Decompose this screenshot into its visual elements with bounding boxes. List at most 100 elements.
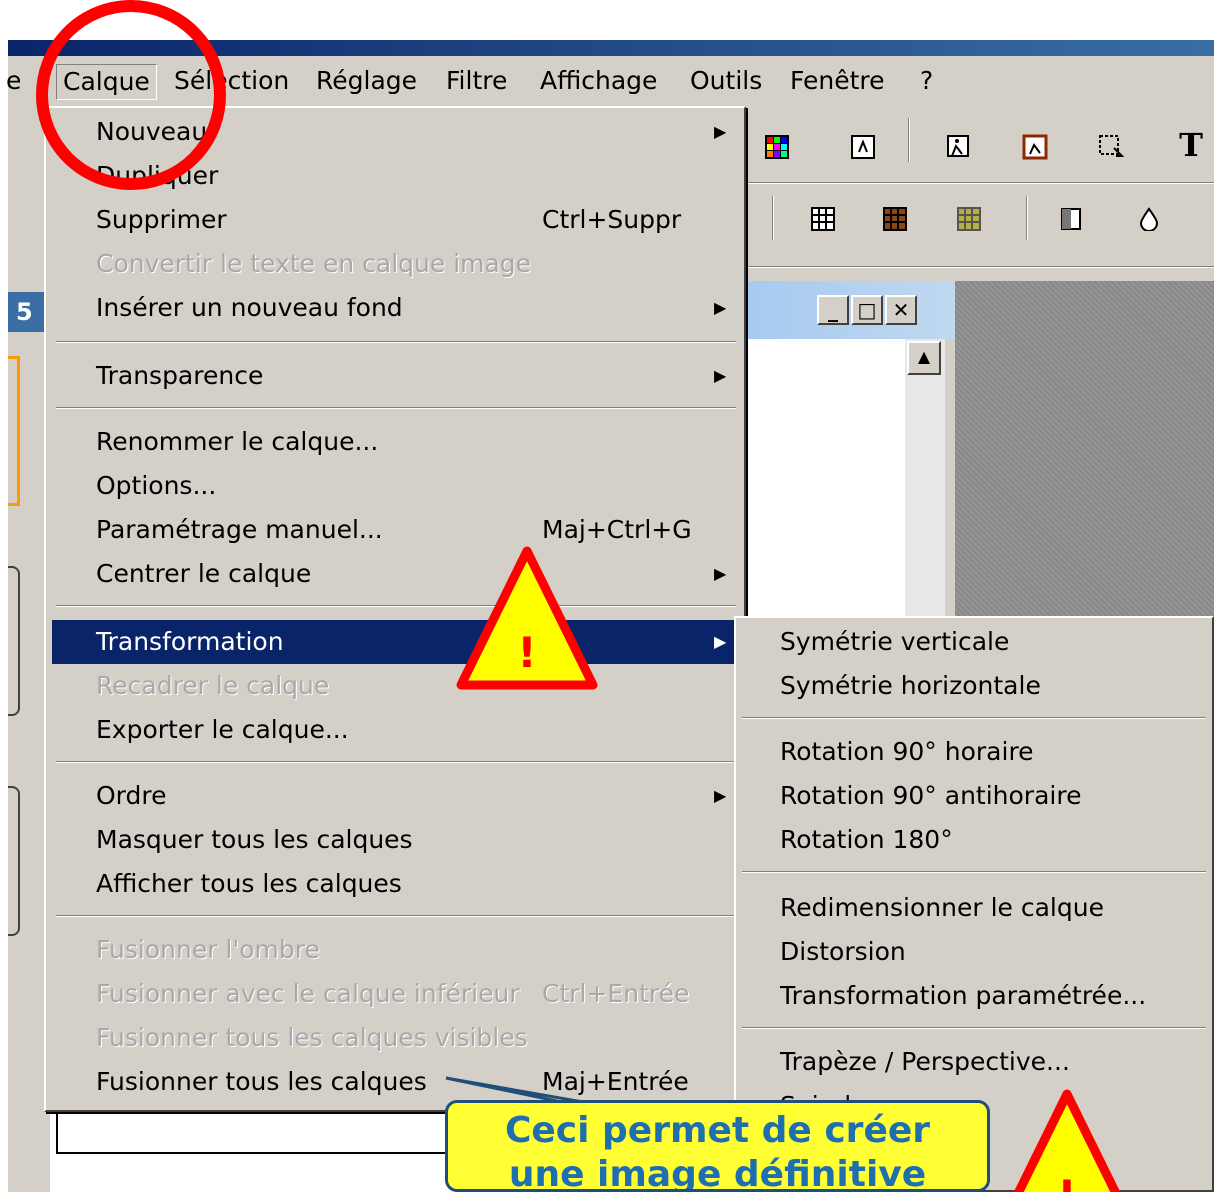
warning-mark: ! — [1057, 1171, 1076, 1192]
submenu-transformation-parametree[interactable]: Transformation paramétrée... — [780, 974, 1146, 1018]
menu-item-masquer[interactable]: Masquer tous les calques — [52, 818, 738, 862]
menu-separator — [742, 717, 1206, 719]
menu-item-exporter[interactable]: Exporter le calque... — [52, 708, 738, 752]
toolbar-divider — [748, 266, 1214, 268]
menu-item-label: Afficher tous les calques — [96, 869, 402, 898]
menu-item-options[interactable]: Options... — [52, 464, 738, 508]
grid-brown-icon[interactable] — [882, 206, 908, 232]
submenu-arrow-icon: ▶ — [714, 632, 727, 651]
layer-name-field[interactable] — [56, 1112, 456, 1154]
layer-icon[interactable] — [850, 134, 876, 160]
menu-item-renommer[interactable]: Renommer le calque... — [52, 420, 738, 464]
submenu-arrow-icon: ▶ — [714, 564, 727, 583]
menu-item-label: Transformation — [96, 627, 284, 656]
menu-item-afficher[interactable]: Afficher tous les calques — [52, 862, 738, 906]
walk-icon[interactable] — [944, 134, 970, 160]
close-button[interactable]: ✕ — [885, 295, 917, 325]
highlight-circle — [36, 0, 226, 190]
image-window-titlebar[interactable]: _ □ ✕ — [745, 281, 955, 339]
warning-triangle-icon: ! — [1013, 1089, 1121, 1192]
maximize-button[interactable]: □ — [851, 295, 883, 325]
submenu-rotation-90-horaire[interactable]: Rotation 90° horaire — [780, 730, 1034, 774]
menu-item-label: Fusionner avec le calque inférieur — [96, 979, 520, 1008]
menu-item-label: Exporter le calque... — [96, 715, 349, 744]
menu-separator — [56, 407, 736, 409]
callout-line-1: Ceci permet de créer — [504, 1110, 931, 1151]
submenu-symetrie-horizontale[interactable]: Symétrie horizontale — [780, 664, 1041, 708]
callout-line-2: une image définitive — [508, 1154, 927, 1192]
submenu-redimensionner[interactable]: Redimensionner le calque — [780, 886, 1104, 930]
grid-olive-icon[interactable] — [956, 206, 982, 232]
menu-item-fusionner-visibles: Fusionner tous les calques visibles — [52, 1016, 738, 1060]
menu-item-label: Options... — [96, 471, 217, 500]
menu-item-label: Insérer un nouveau fond — [96, 293, 403, 322]
menu-item-shortcut: Ctrl+Entrée — [542, 979, 690, 1008]
toolbar-separator — [1026, 196, 1028, 240]
menu-item-label: Paramétrage manuel... — [96, 515, 383, 544]
callout-note: Ceci permet de créer une image définitiv… — [445, 1100, 990, 1192]
menu-item-label: Fusionner l'ombre — [96, 935, 320, 964]
menu-item-shortcut: Ctrl+Suppr — [542, 205, 682, 234]
image-window-content[interactable] — [745, 339, 905, 626]
menu-item-recadrer: Recadrer le calque — [52, 664, 738, 708]
menu-item-centrer[interactable]: Centrer le calque ▶ — [52, 552, 738, 596]
calque-dropdown-menu: Nouveau ▶ Dupliquer Supprimer Ctrl+Suppr… — [44, 106, 746, 1112]
menu-item-inserer-fond[interactable]: Insérer un nouveau fond ▶ — [52, 286, 738, 330]
menu-item-label: Fusionner tous les calques — [96, 1067, 427, 1096]
menu-item-label: Recadrer le calque — [96, 671, 330, 700]
toolbar-separator — [908, 118, 910, 162]
submenu-arrow-icon: ▶ — [714, 298, 727, 317]
menu-item-transformation[interactable]: Transformation ▶ — [52, 620, 738, 664]
drop-icon[interactable] — [1136, 206, 1162, 232]
menu-separator — [742, 871, 1206, 873]
submenu-symetrie-verticale[interactable]: Symétrie verticale — [780, 620, 1009, 664]
menu-item-label: Ordre — [96, 781, 167, 810]
minimize-button[interactable]: _ — [817, 295, 849, 325]
left-panel-slot — [8, 566, 20, 716]
submenu-rotation-90-antihoraire[interactable]: Rotation 90° antihoraire — [780, 774, 1081, 818]
menu-item-ordre[interactable]: Ordre ▶ — [52, 774, 738, 818]
menu-item-transparence[interactable]: Transparence ▶ — [52, 354, 738, 398]
palette-icon[interactable] — [764, 134, 790, 160]
menu-item-label: Renommer le calque... — [96, 427, 379, 456]
menu-reglage[interactable]: Réglage — [310, 64, 423, 100]
menu-item-fusionner-inferieur: Fusionner avec le calque inférieur Ctrl+… — [52, 972, 738, 1016]
submenu-rotation-180[interactable]: Rotation 180° — [780, 818, 953, 862]
menu-affichage[interactable]: Affichage — [534, 64, 663, 100]
menu-fenetre[interactable]: Fenêtre — [784, 64, 891, 100]
submenu-trapeze-perspective[interactable]: Trapèze / Perspective... — [780, 1040, 1070, 1084]
image-window[interactable]: _ □ ✕ ▲ — [745, 281, 955, 626]
vertical-scrollbar[interactable]: ▲ — [905, 339, 945, 626]
submenu-distorsion[interactable]: Distorsion — [780, 930, 906, 974]
contrast-icon[interactable] — [1058, 206, 1084, 232]
submenu-arrow-icon: ▶ — [714, 122, 727, 141]
selection-icon[interactable] — [1098, 134, 1124, 160]
menu-separator — [56, 341, 736, 343]
menu-help[interactable]: ? — [914, 64, 939, 100]
menu-item-label: Fusionner tous les calques visibles — [96, 1023, 528, 1052]
left-highlight-box — [8, 356, 20, 506]
warning-mark: ! — [517, 628, 536, 677]
menu-item-parametrage[interactable]: Paramétrage manuel... Maj+Ctrl+G — [52, 508, 738, 552]
menu-item-supprimer[interactable]: Supprimer Ctrl+Suppr — [52, 198, 738, 242]
menu-image[interactable]: e — [0, 64, 27, 100]
menu-filtre[interactable]: Filtre — [440, 64, 513, 100]
menu-separator — [742, 1027, 1206, 1029]
menu-outils[interactable]: Outils — [684, 64, 768, 100]
grid-icon[interactable] — [810, 206, 836, 232]
menu-item-label: Masquer tous les calques — [96, 825, 413, 854]
text-tool-icon[interactable]: T — [1178, 126, 1204, 164]
toolbar-divider — [748, 182, 1214, 184]
frame-walk-icon[interactable] — [1022, 134, 1048, 160]
scroll-up-icon[interactable]: ▲ — [907, 341, 941, 375]
menu-item-convertir-texte: Convertir le texte en calque image — [52, 242, 738, 286]
menu-separator — [56, 605, 736, 607]
menu-item-fusionner-ombre: Fusionner l'ombre — [52, 928, 738, 972]
submenu-arrow-icon: ▶ — [714, 786, 727, 805]
menu-item-label: Centrer le calque — [96, 559, 312, 588]
toolbar-separator — [772, 196, 774, 240]
menu-item-label: Convertir le texte en calque image — [96, 249, 532, 278]
menu-item-label: Supprimer — [96, 205, 227, 234]
menu-separator — [56, 915, 736, 917]
menu-separator — [56, 761, 736, 763]
